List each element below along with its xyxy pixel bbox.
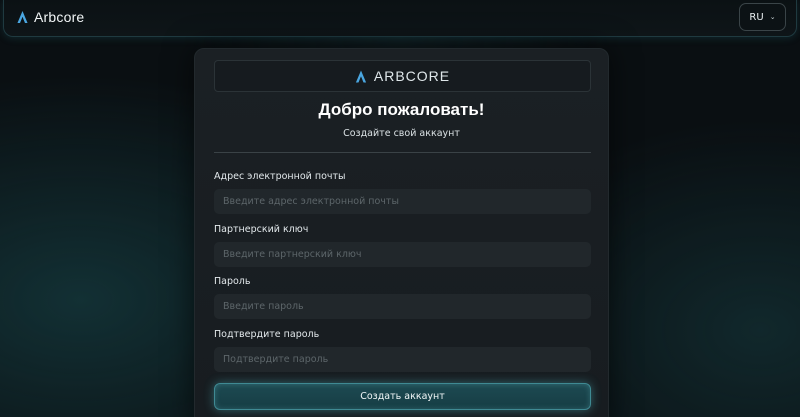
chevron-down-icon: ⌄ bbox=[769, 13, 776, 21]
language-selector[interactable]: RU ⌄ bbox=[739, 3, 786, 31]
password-label: Пароль bbox=[214, 276, 251, 287]
page-title: Добро пожаловать! bbox=[318, 100, 485, 119]
triangle-logo-icon bbox=[355, 69, 366, 83]
email-field[interactable] bbox=[214, 189, 591, 214]
divider bbox=[214, 152, 591, 153]
partner-key-label: Партнерский ключ bbox=[214, 224, 309, 235]
password-field[interactable] bbox=[214, 294, 591, 319]
brand-name: Arbcore bbox=[34, 9, 85, 25]
triangle-logo-icon bbox=[17, 11, 28, 23]
top-bar: Arbcore RU ⌄ bbox=[3, 0, 797, 37]
email-label: Адрес электронной почты bbox=[214, 171, 346, 182]
card-logo: ARBCORE bbox=[214, 60, 591, 92]
language-label: RU bbox=[749, 11, 764, 23]
logo-wordmark: ARBCORE bbox=[373, 68, 451, 84]
brand[interactable]: Arbcore bbox=[17, 9, 84, 25]
signup-card: ARBCORE Добро пожаловать! Создайте свой … bbox=[194, 48, 609, 417]
create-account-button[interactable]: Создать аккаунт bbox=[214, 383, 591, 410]
partner-key-field[interactable] bbox=[214, 242, 591, 267]
confirm-password-label: Подтвердите пароль bbox=[214, 329, 320, 340]
page-subtitle: Создайте свой аккаунт bbox=[343, 128, 460, 139]
confirm-password-field[interactable] bbox=[214, 347, 591, 372]
